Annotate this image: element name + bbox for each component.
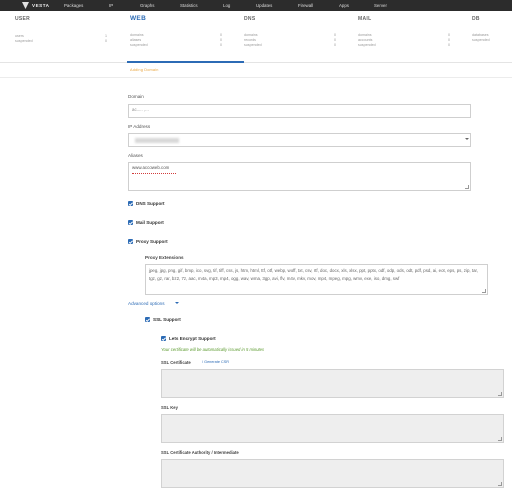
stat-row: suspended 0 <box>244 43 336 47</box>
proxy-extensions-value: jpeg, jpg, png, gif, bmp, ico, svg, tif,… <box>149 268 478 281</box>
domain-input[interactable]: ac..... ,... <box>128 104 471 118</box>
stat-row: domains 0 <box>130 33 222 37</box>
stat-row: domains 0 <box>358 33 450 37</box>
logo-text: VESTA <box>32 3 50 8</box>
spellcheck-underline <box>132 173 176 174</box>
caret-down-icon <box>175 302 179 304</box>
generate-csr-link[interactable]: / Generate CSR <box>202 360 229 364</box>
vesta-logo[interactable]: VESTA <box>22 0 49 11</box>
ssl-support-label[interactable]: SSL Support <box>153 317 181 322</box>
stat-row: aliases 0 <box>130 38 222 42</box>
nav-ip[interactable]: IP <box>109 0 113 11</box>
ssl-ca-label: SSL Certificate Authority / Intermediate <box>161 450 239 455</box>
stat-row: suspended 0 <box>130 43 222 47</box>
ssl-key-label: SSL Key <box>161 405 178 410</box>
stat-title-dns: DNS <box>244 16 256 22</box>
ssl-support-checkbox[interactable] <box>145 317 150 322</box>
ip-select[interactable] <box>128 133 471 147</box>
top-nav-bar: VESTA Packages IP Graphs Statistics Log … <box>0 0 512 11</box>
domain-input-value: ac..... ,... <box>132 107 149 112</box>
dns-support-checkbox[interactable] <box>128 201 133 206</box>
dns-support-label[interactable]: DNS Support <box>136 201 165 206</box>
mail-support-label[interactable]: Mail Support <box>136 220 164 225</box>
ip-select-value <box>135 138 179 143</box>
stat-row: suspended 0 <box>358 43 450 47</box>
proxy-support-checkbox[interactable] <box>128 239 133 244</box>
domain-label: Domain <box>128 94 144 99</box>
proxy-support-label[interactable]: Proxy Support <box>136 239 168 244</box>
resize-handle-icon[interactable] <box>465 185 469 189</box>
nav-graphs[interactable]: Graphs <box>140 0 154 11</box>
stat-title-user: USER <box>15 16 31 22</box>
resize-handle-icon[interactable] <box>498 482 502 486</box>
letsencrypt-checkbox[interactable] <box>161 336 166 341</box>
stat-title-db: DB <box>472 16 480 22</box>
nav-firewall[interactable]: Firewall <box>298 0 313 11</box>
stat-row: suspended 0 <box>15 39 107 43</box>
active-tab-underline <box>127 61 244 63</box>
ssl-certificate-textarea[interactable] <box>161 369 504 398</box>
proxy-extensions-label: Proxy Extensions <box>145 255 184 260</box>
ssl-ca-textarea[interactable] <box>161 459 504 488</box>
aliases-label: Aliases <box>128 153 143 158</box>
aliases-value: www.accoweb.com <box>132 165 170 170</box>
stat-row: records 0 <box>244 38 336 42</box>
aliases-textarea[interactable]: www.accoweb.com <box>128 162 471 191</box>
nav-packages[interactable]: Packages <box>64 0 83 11</box>
mail-support-checkbox[interactable] <box>128 220 133 225</box>
chevron-down-icon <box>465 138 469 140</box>
stat-row: suspended <box>472 38 490 42</box>
stat-title-web: WEB <box>130 15 147 22</box>
section-divider <box>0 77 512 78</box>
nav-log[interactable]: Log <box>223 0 230 11</box>
ip-label: IP Address <box>128 124 151 129</box>
nav-server[interactable]: Server <box>374 0 387 11</box>
nav-updates[interactable]: Updates <box>256 0 272 11</box>
stat-row: accounts 0 <box>358 38 450 42</box>
stat-row: domains 0 <box>244 33 336 37</box>
nav-apps[interactable]: Apps <box>339 0 349 11</box>
stats-panel: USER users 1 suspended 0 WEB domains 0 alia… <box>0 11 512 63</box>
vesta-logo-icon <box>22 2 29 9</box>
proxy-extensions-textarea[interactable]: jpeg, jpg, png, gif, bmp, ico, svg, tif,… <box>145 264 488 295</box>
resize-handle-icon[interactable] <box>498 437 502 441</box>
section-tab: Adding Domain <box>130 68 159 72</box>
letsencrypt-label[interactable]: Lets Encrypt Support <box>169 336 216 341</box>
letsencrypt-note: Your certificate will be automatically i… <box>161 347 265 352</box>
stat-row: databases <box>472 33 489 37</box>
ssl-certificate-label: SSL Certificate <box>161 360 191 365</box>
advanced-options-link[interactable]: Advanced options <box>128 301 165 306</box>
stat-row: users 1 <box>15 34 107 38</box>
ssl-key-textarea[interactable] <box>161 414 504 443</box>
resize-handle-icon[interactable] <box>498 392 502 396</box>
resize-handle-icon[interactable] <box>482 289 486 293</box>
nav-statistics[interactable]: Statistics <box>180 0 198 11</box>
stats-divider <box>0 62 512 63</box>
stat-title-mail: MAIL <box>358 16 372 22</box>
